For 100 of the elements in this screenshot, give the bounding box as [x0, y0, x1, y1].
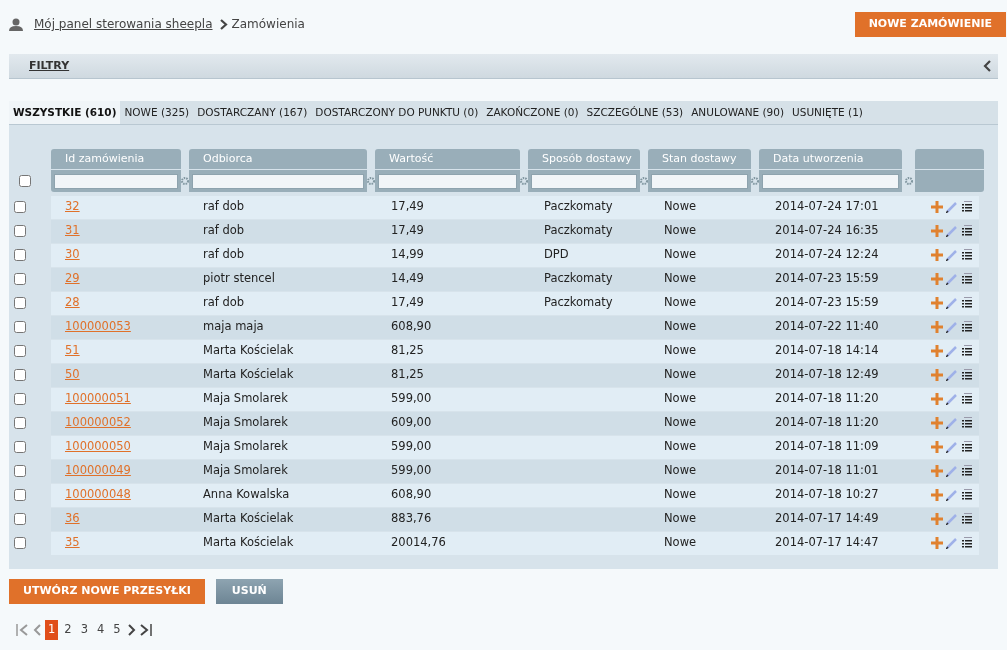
pencil-icon [946, 225, 958, 237]
row-checkbox[interactable] [14, 513, 26, 525]
order-id-link[interactable]: 100000051 [65, 391, 131, 406]
table-cell: 2014-07-18 11:20 [775, 391, 879, 406]
last-page-icon [138, 624, 153, 636]
order-id-link[interactable]: 50 [65, 367, 80, 382]
row-checkbox[interactable] [14, 201, 26, 213]
row-checkbox[interactable] [14, 441, 26, 453]
table-cell: 17,49 [391, 223, 424, 238]
breadcrumb-link[interactable]: Mój panel sterowania sheepla [34, 15, 213, 33]
tab[interactable]: ANULOWANE (90) [687, 101, 789, 124]
order-id-link[interactable]: 51 [65, 343, 80, 358]
filter-input[interactable] [378, 173, 517, 189]
list-icon [961, 225, 973, 237]
filter-row-background [915, 170, 984, 192]
table-cell: Paczkomaty [544, 295, 613, 310]
filter-input[interactable] [192, 173, 364, 189]
tab[interactable]: USUNIĘTE (1) [788, 101, 867, 124]
column-header[interactable]: Wartość [375, 149, 520, 169]
tab[interactable]: NOWE (325) [120, 101, 194, 124]
page-button[interactable]: 2 [61, 620, 75, 640]
row-checkbox[interactable] [14, 345, 26, 357]
plus-icon [931, 537, 943, 549]
table-cell: raf dob [203, 295, 245, 310]
table-cell: Nowe [664, 511, 697, 526]
plus-icon [931, 225, 943, 237]
order-id-link[interactable]: 35 [65, 535, 80, 550]
filter-input[interactable] [531, 173, 637, 189]
table-cell: Nowe [664, 271, 697, 286]
create-shipments-button[interactable]: UTWÓRZ NOWE PRZESYŁKI [9, 579, 205, 604]
table-cell: 2014-07-23 15:59 [775, 271, 879, 286]
order-id-link[interactable]: 30 [65, 247, 80, 262]
tab[interactable]: DOSTARCZONY DO PUNKTU (0) [311, 101, 483, 124]
row-checkbox[interactable] [14, 225, 26, 237]
chevron-left-icon [983, 60, 992, 72]
table-cell: 608,90 [391, 319, 432, 334]
table-cell: Nowe [664, 391, 697, 406]
column-header[interactable]: Sposób dostawy [528, 149, 640, 169]
row-checkbox[interactable] [14, 489, 26, 501]
order-id-link[interactable]: 100000050 [65, 439, 131, 454]
table-cell: 2014-07-18 14:14 [775, 343, 879, 358]
row-checkbox[interactable] [14, 369, 26, 381]
order-id-link[interactable]: 32 [65, 199, 80, 214]
table-cell: Nowe [664, 535, 697, 550]
filter-input[interactable] [762, 173, 899, 189]
tab[interactable]: WSZYSTKIE (610) [9, 101, 121, 124]
list-icon [961, 345, 973, 357]
page-button[interactable]: 4 [94, 620, 108, 640]
row-checkbox[interactable] [14, 417, 26, 429]
column-header[interactable]: Odbiorca [189, 149, 367, 169]
order-id-link[interactable]: 36 [65, 511, 80, 526]
pencil-icon [946, 393, 958, 405]
filter-input[interactable] [651, 173, 748, 189]
plus-icon [931, 249, 943, 261]
row-checkbox[interactable] [14, 537, 26, 549]
table-cell: Paczkomaty [544, 199, 613, 214]
row-checkbox[interactable] [14, 249, 26, 261]
breadcrumb-current: Zamówienia [231, 16, 305, 33]
column-header[interactable]: Data utworzenia [759, 149, 902, 169]
order-id-link[interactable]: 28 [65, 295, 80, 310]
tab[interactable]: ZAKOŃCZONE (0) [482, 101, 583, 124]
tab[interactable]: SZCZEGÓLNE (53) [582, 101, 688, 124]
filters-bar[interactable]: FILTRY [9, 54, 998, 79]
table-cell: 17,49 [391, 199, 424, 214]
row-checkbox[interactable] [14, 465, 26, 477]
row-checkbox[interactable] [14, 297, 26, 309]
table-cell: 599,00 [391, 439, 432, 454]
row-checkbox[interactable] [14, 273, 26, 285]
list-icon [961, 465, 973, 477]
table-cell: Marta Kościelak [203, 367, 294, 382]
page-button[interactable]: 5 [110, 620, 124, 640]
order-id-link[interactable]: 100000048 [65, 487, 131, 502]
user-icon [9, 17, 23, 31]
row-checkbox[interactable] [14, 321, 26, 333]
new-order-button[interactable]: NOWE ZAMÓWIENIE [854, 11, 1006, 37]
order-id-link[interactable]: 31 [65, 223, 80, 238]
table-cell: raf dob [203, 247, 245, 262]
table-cell: 2014-07-17 14:47 [775, 535, 879, 550]
table-cell: 2014-07-24 17:01 [775, 199, 879, 214]
page-button[interactable]: 3 [77, 620, 91, 640]
table-cell: 17,49 [391, 295, 424, 310]
page-button[interactable]: 1 [45, 620, 59, 640]
pencil-icon [946, 321, 958, 333]
plus-icon [931, 321, 943, 333]
order-id-link[interactable]: 29 [65, 271, 80, 286]
order-id-link[interactable]: 100000053 [65, 319, 131, 334]
filter-input[interactable] [54, 173, 178, 189]
select-all-checkbox[interactable] [19, 175, 31, 187]
column-header[interactable]: Id zamówienia [51, 149, 181, 169]
plus-icon [931, 201, 943, 213]
table-cell: DPD [544, 247, 569, 262]
table-cell: Maja Smolarek [203, 391, 288, 406]
row-checkbox[interactable] [14, 393, 26, 405]
order-id-link[interactable]: 100000052 [65, 415, 131, 430]
delete-button[interactable]: USUŃ [215, 579, 283, 604]
table-cell: Nowe [664, 415, 697, 430]
column-header[interactable]: Stan dostawy [648, 149, 751, 169]
order-id-link[interactable]: 100000049 [65, 463, 131, 478]
table-cell: Nowe [664, 343, 697, 358]
tab[interactable]: DOSTARCZANY (167) [193, 101, 312, 124]
